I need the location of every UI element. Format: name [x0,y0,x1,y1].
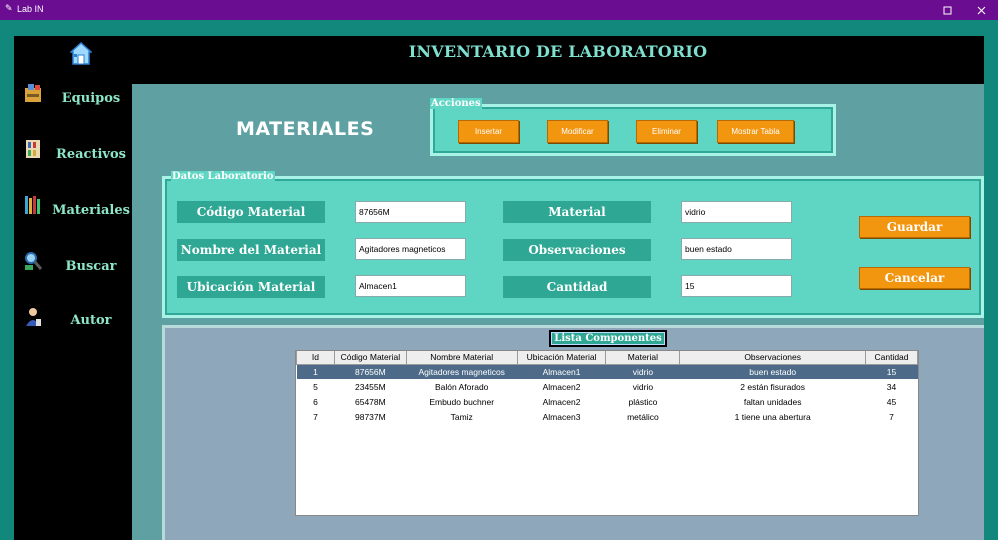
sidebar-item-label: Autor [70,313,112,328]
table-row[interactable]: 6 65478M Embudo buchner Almacen2 plástic… [297,394,918,409]
app-title: INVENTARIO DE LABORATORIO [408,42,708,61]
table-cell: Almacen1 [517,364,606,379]
mostrar-tabla-button[interactable]: Mostrar Tabla [717,120,794,143]
table-cell: Agitadores magneticos [406,364,518,379]
column-header-nombre[interactable]: Nombre Material [405,351,518,365]
table-cell: 87656M [334,364,407,379]
column-header-id[interactable]: Id [296,351,335,365]
eliminar-button[interactable]: Eliminar [636,120,697,143]
sidebar-item-equipos[interactable]: Equipos [14,82,132,126]
table-row[interactable]: 5 23455M Balón Aforado Almacen2 vidrio 2… [297,379,918,394]
table-cell: 45 [886,396,897,407]
table-cell: 34 [886,381,897,392]
sidebar-item-reactivos[interactable]: Reactivos [14,138,132,182]
header: INVENTARIO DE LABORATORIO [132,36,984,84]
ubicacion-material-input[interactable]: Almacen1 [355,275,466,297]
equipos-icon [25,84,41,102]
table-row[interactable]: 7 98737M Tamiz Almacen3 metálico 1 tiene… [297,409,918,424]
modificar-button[interactable]: Modificar [547,120,608,143]
componentes-table[interactable]: Id Código Material Nombre Material Ubica… [295,350,919,516]
buscar-icon [25,252,43,270]
table-header-row: Id Código Material Nombre Material Ubica… [296,351,918,365]
material-input[interactable]: vidrio [681,201,792,223]
table-cell: 23455M [354,381,386,392]
window-title: Lab IN [17,4,44,14]
lista-componentes-panel: Lista Componentes Id Código Material Nom… [162,325,984,540]
nombre-material-input[interactable]: Agitadores magneticos [355,238,466,260]
home-button[interactable] [69,41,93,66]
table-cell: 7 [313,411,318,422]
table-cell: Balón Aforado [435,381,489,392]
table-cell: 98737M [354,411,386,422]
table-cell: vidrio [605,364,680,379]
sidebar-item-label: Buscar [65,259,117,274]
ubicacion-material-label: Ubicación Material [177,276,325,298]
sidebar-item-label: Equipos [61,91,121,106]
table-cell: plástico [628,396,658,407]
table-cell: Tamiz [450,411,473,422]
table-cell: 65478M [354,396,386,407]
nombre-material-label: Nombre del Material [177,239,325,261]
table-cell: 5 [313,381,318,392]
restore-button[interactable] [930,0,964,20]
table-cell: 15 [865,364,918,379]
main-content: MATERIALES Acciones Insertar Modificar E… [132,84,984,540]
table-row[interactable]: 1 87656M Agitadores magneticos Almacen1 … [296,364,918,379]
sidebar: Equipos Reactivos Materiales Buscar Auto… [14,36,132,540]
insertar-button[interactable]: Insertar [458,120,519,143]
table-cell: Almacen2 [542,396,581,407]
column-header-observaciones[interactable]: Observaciones [679,351,866,365]
sidebar-item-label: Reactivos [56,147,126,162]
table-cell: 7 [889,411,894,422]
column-header-material[interactable]: Material [605,351,681,365]
table-cell: 6 [313,396,318,407]
table-cell: Almacen2 [542,381,581,392]
observaciones-input[interactable]: buen estado [681,238,792,260]
table-cell: Embudo buchner [429,396,495,407]
table-cell: 2 están fisurados [740,381,806,392]
sidebar-item-autor[interactable]: Autor [14,306,132,350]
page-title: MATERIALES [236,118,375,140]
table-cell: 1 tiene una abertura [734,411,811,422]
table-cell: faltan unidades [743,396,802,407]
column-header-ubicacion[interactable]: Ubicación Material [516,351,607,365]
restore-icon [943,6,951,14]
column-header-codigo[interactable]: Código Material [333,351,407,365]
datos-laboratorio-group: Datos Laboratorio Código Material 87656M… [162,171,984,318]
guardar-button[interactable]: Guardar [859,216,970,238]
codigo-material-label: Código Material [177,201,325,223]
title-bar: ✎ Lab IN [0,0,998,20]
close-icon [977,6,985,14]
table-cell: vidrio [632,381,654,392]
codigo-material-input[interactable]: 87656M [355,201,466,223]
table-cell: buen estado [679,364,866,379]
lista-componentes-title: Lista Componentes [549,330,667,347]
observaciones-label: Observaciones [503,239,651,261]
cantidad-label: Cantidad [503,276,651,298]
materiales-icon [25,196,40,214]
material-label: Material [503,201,651,223]
table-cell: Almacen3 [542,411,581,422]
acciones-group: Acciones Insertar Modificar Eliminar Mos… [430,98,836,156]
table-cell: metálico [627,411,659,422]
column-header-cantidad[interactable]: Cantidad [865,351,918,365]
sidebar-item-label: Materiales [52,203,130,218]
autor-icon [26,308,41,326]
reactivos-icon [26,140,40,158]
cancelar-button[interactable]: Cancelar [859,267,970,289]
sidebar-item-buscar[interactable]: Buscar [14,250,132,294]
sidebar-item-materiales[interactable]: Materiales [14,194,132,238]
acciones-legend: Acciones [430,98,482,109]
cantidad-input[interactable]: 15 [681,275,792,297]
close-button[interactable] [964,0,998,20]
app-icon: ✎ [5,4,13,14]
table-cell: 1 [296,364,335,379]
home-icon [69,41,93,65]
datos-legend: Datos Laboratorio [171,171,275,182]
